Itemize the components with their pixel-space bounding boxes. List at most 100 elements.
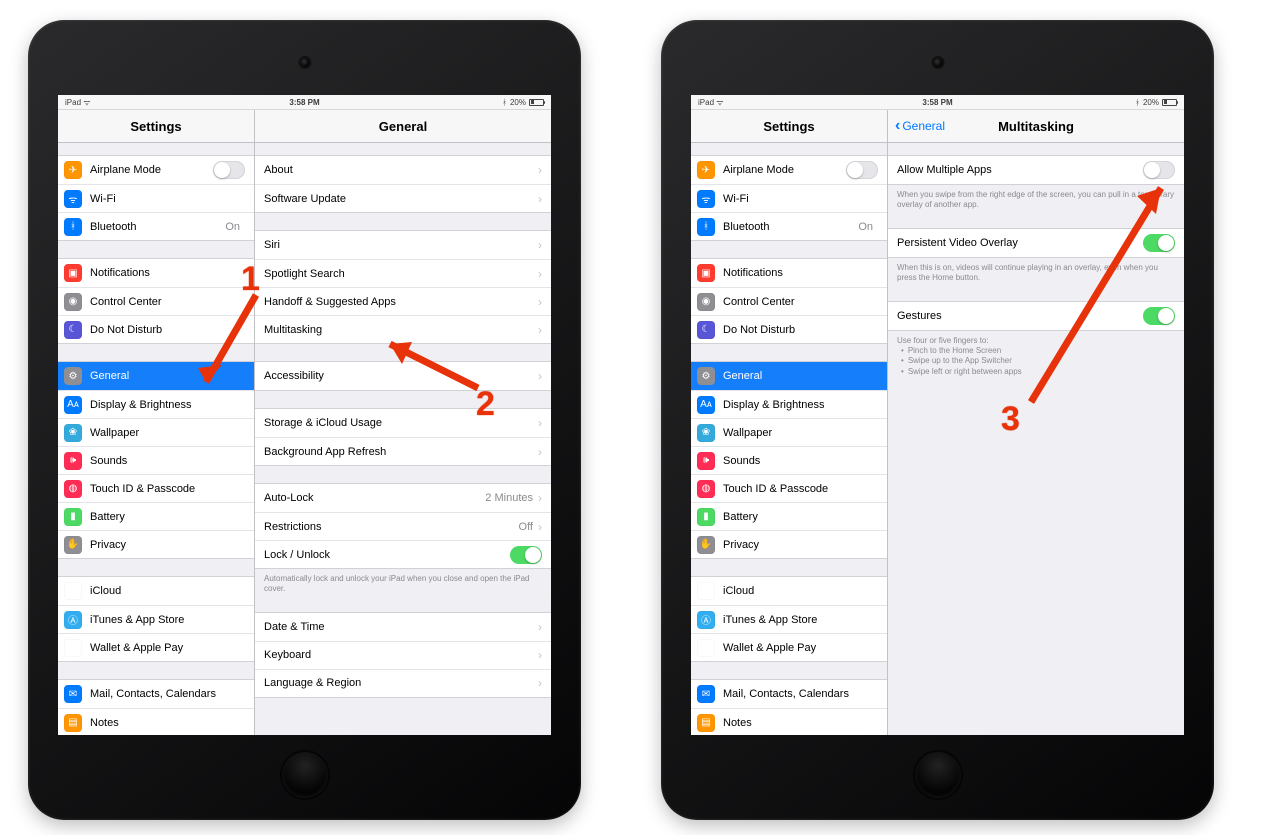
general-pane[interactable]: About›Software Update› Siri›Spotlight Sea… xyxy=(255,143,551,735)
sidebar-item-label: Mail, Contacts, Calendars xyxy=(90,688,245,700)
sidebar-item-icloud[interactable]: ☁iCloud xyxy=(58,577,254,605)
sidebar-item-display-brightness[interactable]: AᴀDisplay & Brightness xyxy=(691,390,887,418)
sidebar-item-sounds[interactable]: 🕪Sounds xyxy=(691,446,887,474)
sidebar-item-notes[interactable]: ▤Notes xyxy=(58,708,254,735)
multitasking-pane[interactable]: Allow Multiple AppsWhen you swipe from t… xyxy=(888,143,1184,735)
general-row-language-region[interactable]: Language & Region› xyxy=(255,669,551,697)
general-row-spotlight-search[interactable]: Spotlight Search› xyxy=(255,259,551,287)
status-time: 3:58 PM xyxy=(289,98,319,107)
row-label: Multitasking xyxy=(264,324,538,336)
sidebar-item-notes[interactable]: ▤Notes xyxy=(691,708,887,735)
status-bar: iPad ᯤ 3:58 PM ᚼ 20% xyxy=(58,95,551,110)
camera-icon xyxy=(300,58,309,67)
sidebar-item-airplane-mode[interactable]: ✈Airplane Mode xyxy=(58,156,254,184)
general-row-auto-lock[interactable]: Auto-Lock2 Minutes› xyxy=(255,484,551,512)
sidebar-item-notifications[interactable]: ▣Notifications xyxy=(58,259,254,287)
toggle-switch[interactable] xyxy=(1143,307,1175,325)
general-row-multitasking[interactable]: Multitasking› xyxy=(255,315,551,343)
general-row-storage-icloud-usage[interactable]: Storage & iCloud Usage› xyxy=(255,409,551,437)
sidebar-item-label: Display & Brightness xyxy=(90,399,245,411)
sidebar-item-label: iTunes & App Store xyxy=(723,614,878,626)
sidebar-item-control-center[interactable]: ◉Control Center xyxy=(691,287,887,315)
general-row-background-app-refresh[interactable]: Background App Refresh› xyxy=(255,437,551,465)
general-row-siri[interactable]: Siri› xyxy=(255,231,551,259)
general-row-keyboard[interactable]: Keyboard› xyxy=(255,641,551,669)
sidebar-item-label: General xyxy=(90,370,245,382)
home-button[interactable] xyxy=(282,752,328,798)
app-icon: ☁ xyxy=(697,582,715,600)
general-row-handoff-suggested-apps[interactable]: Handoff & Suggested Apps› xyxy=(255,287,551,315)
home-button[interactable] xyxy=(915,752,961,798)
sidebar-item-touch-id-passcode[interactable]: ◍Touch ID & Passcode xyxy=(58,474,254,502)
sidebar-item-airplane-mode[interactable]: ✈Airplane Mode xyxy=(691,156,887,184)
sidebar-item-label: iCloud xyxy=(723,585,878,597)
general-row-about[interactable]: About› xyxy=(255,156,551,184)
app-icon: ❀ xyxy=(697,424,715,442)
sidebar-item-label: Wi-Fi xyxy=(90,193,245,205)
general-row-accessibility[interactable]: Accessibility› xyxy=(255,362,551,390)
sidebar-item-wallpaper[interactable]: ❀Wallpaper xyxy=(58,418,254,446)
app-icon: Ⓐ xyxy=(697,611,715,629)
app-icon: Aᴀ xyxy=(697,396,715,414)
sidebar-item-wi-fi[interactable]: ᯤWi-Fi xyxy=(691,184,887,212)
app-icon: ✉ xyxy=(697,685,715,703)
camera-icon xyxy=(933,58,942,67)
nav-right-title: Multitasking xyxy=(998,119,1074,134)
multitask-row-persistent-video-overlay[interactable]: Persistent Video Overlay xyxy=(888,229,1184,257)
back-button[interactable]: ‹ General xyxy=(895,118,945,134)
sidebar-item-mail-contacts-calendars[interactable]: ✉Mail, Contacts, Calendars xyxy=(691,680,887,708)
sidebar-item-do-not-disturb[interactable]: ☾Do Not Disturb xyxy=(691,315,887,343)
sidebar-item-itunes-app-store[interactable]: ⒶiTunes & App Store xyxy=(58,605,254,633)
sidebar-item-label: Control Center xyxy=(90,296,245,308)
sidebar-item-wallet-apple-pay[interactable]: ▭Wallet & Apple Pay xyxy=(58,633,254,661)
general-row-restrictions[interactable]: RestrictionsOff› xyxy=(255,512,551,540)
sidebar-item-sounds[interactable]: 🕪Sounds xyxy=(58,446,254,474)
sidebar-item-touch-id-passcode[interactable]: ◍Touch ID & Passcode xyxy=(691,474,887,502)
toggle-switch[interactable] xyxy=(846,161,878,179)
sidebar-item-bluetooth[interactable]: ᚼBluetoothOn xyxy=(691,212,887,240)
app-icon: ◉ xyxy=(697,293,715,311)
sidebar-item-icloud[interactable]: ☁ iCloud xyxy=(691,577,887,605)
nav-left-title: Settings xyxy=(58,110,255,142)
settings-sidebar[interactable]: ✈Airplane ModeᯤWi-FiᚼBluetoothOn ▣Notific… xyxy=(58,143,255,735)
general-row-date-time[interactable]: Date & Time› xyxy=(255,613,551,641)
sidebar-item-privacy[interactable]: ✋Privacy xyxy=(691,530,887,558)
toggle-switch[interactable] xyxy=(1143,234,1175,252)
sidebar-item-label: Notes xyxy=(90,717,245,729)
sidebar-item-label: Sounds xyxy=(723,455,878,467)
sidebar-item-display-brightness[interactable]: AᴀDisplay & Brightness xyxy=(58,390,254,418)
sidebar-item-label: Wi-Fi xyxy=(723,193,878,205)
sidebar-item-privacy[interactable]: ✋Privacy xyxy=(58,530,254,558)
sidebar-item-wallpaper[interactable]: ❀Wallpaper xyxy=(691,418,887,446)
row-label: Auto-Lock xyxy=(264,492,485,504)
nav-right-title: General xyxy=(255,110,551,142)
settings-sidebar[interactable]: ✈Airplane ModeᯤWi-FiᚼBluetoothOn ▣Notific… xyxy=(691,143,888,735)
app-icon: ▣ xyxy=(697,264,715,282)
footer-text: When you swipe from the right edge of th… xyxy=(888,185,1184,211)
multitask-row-allow-multiple-apps[interactable]: Allow Multiple Apps xyxy=(888,156,1184,184)
sidebar-item-wi-fi[interactable]: ᯤWi-Fi xyxy=(58,184,254,212)
app-icon: ✋ xyxy=(64,536,82,554)
general-row-lock-unlock[interactable]: Lock / Unlock xyxy=(255,540,551,568)
sidebar-item-mail-contacts-calendars[interactable]: ✉Mail, Contacts, Calendars xyxy=(58,680,254,708)
sidebar-item-do-not-disturb[interactable]: ☾Do Not Disturb xyxy=(58,315,254,343)
sidebar-item-notifications[interactable]: ▣Notifications xyxy=(691,259,887,287)
sidebar-item-general[interactable]: ⚙General xyxy=(58,362,254,390)
toggle-switch[interactable] xyxy=(510,546,542,564)
app-icon: Ⓐ xyxy=(64,611,82,629)
sidebar-item-control-center[interactable]: ◉Control Center xyxy=(58,287,254,315)
toggle-switch[interactable] xyxy=(1143,161,1175,179)
sidebar-item-battery[interactable]: ▮Battery xyxy=(691,502,887,530)
footer-text: Automatically lock and unlock your iPad … xyxy=(255,569,551,595)
general-row-software-update[interactable]: Software Update› xyxy=(255,184,551,212)
sidebar-item-wallet-apple-pay[interactable]: ▭Wallet & Apple Pay xyxy=(691,633,887,661)
multitask-row-gestures[interactable]: Gestures xyxy=(888,302,1184,330)
sidebar-item-battery[interactable]: ▮Battery xyxy=(58,502,254,530)
sidebar-item-label: iCloud xyxy=(90,585,245,597)
ipad-screen: iPad ᯤ 3:58 PM ᚼ 20% Settings General ✈A… xyxy=(58,95,551,735)
sidebar-item-itunes-app-store[interactable]: ⒶiTunes & App Store xyxy=(691,605,887,633)
sidebar-item-general[interactable]: ⚙General xyxy=(691,362,887,390)
sidebar-item-label: Sounds xyxy=(90,455,245,467)
sidebar-item-bluetooth[interactable]: ᚼBluetoothOn xyxy=(58,212,254,240)
toggle-switch[interactable] xyxy=(213,161,245,179)
